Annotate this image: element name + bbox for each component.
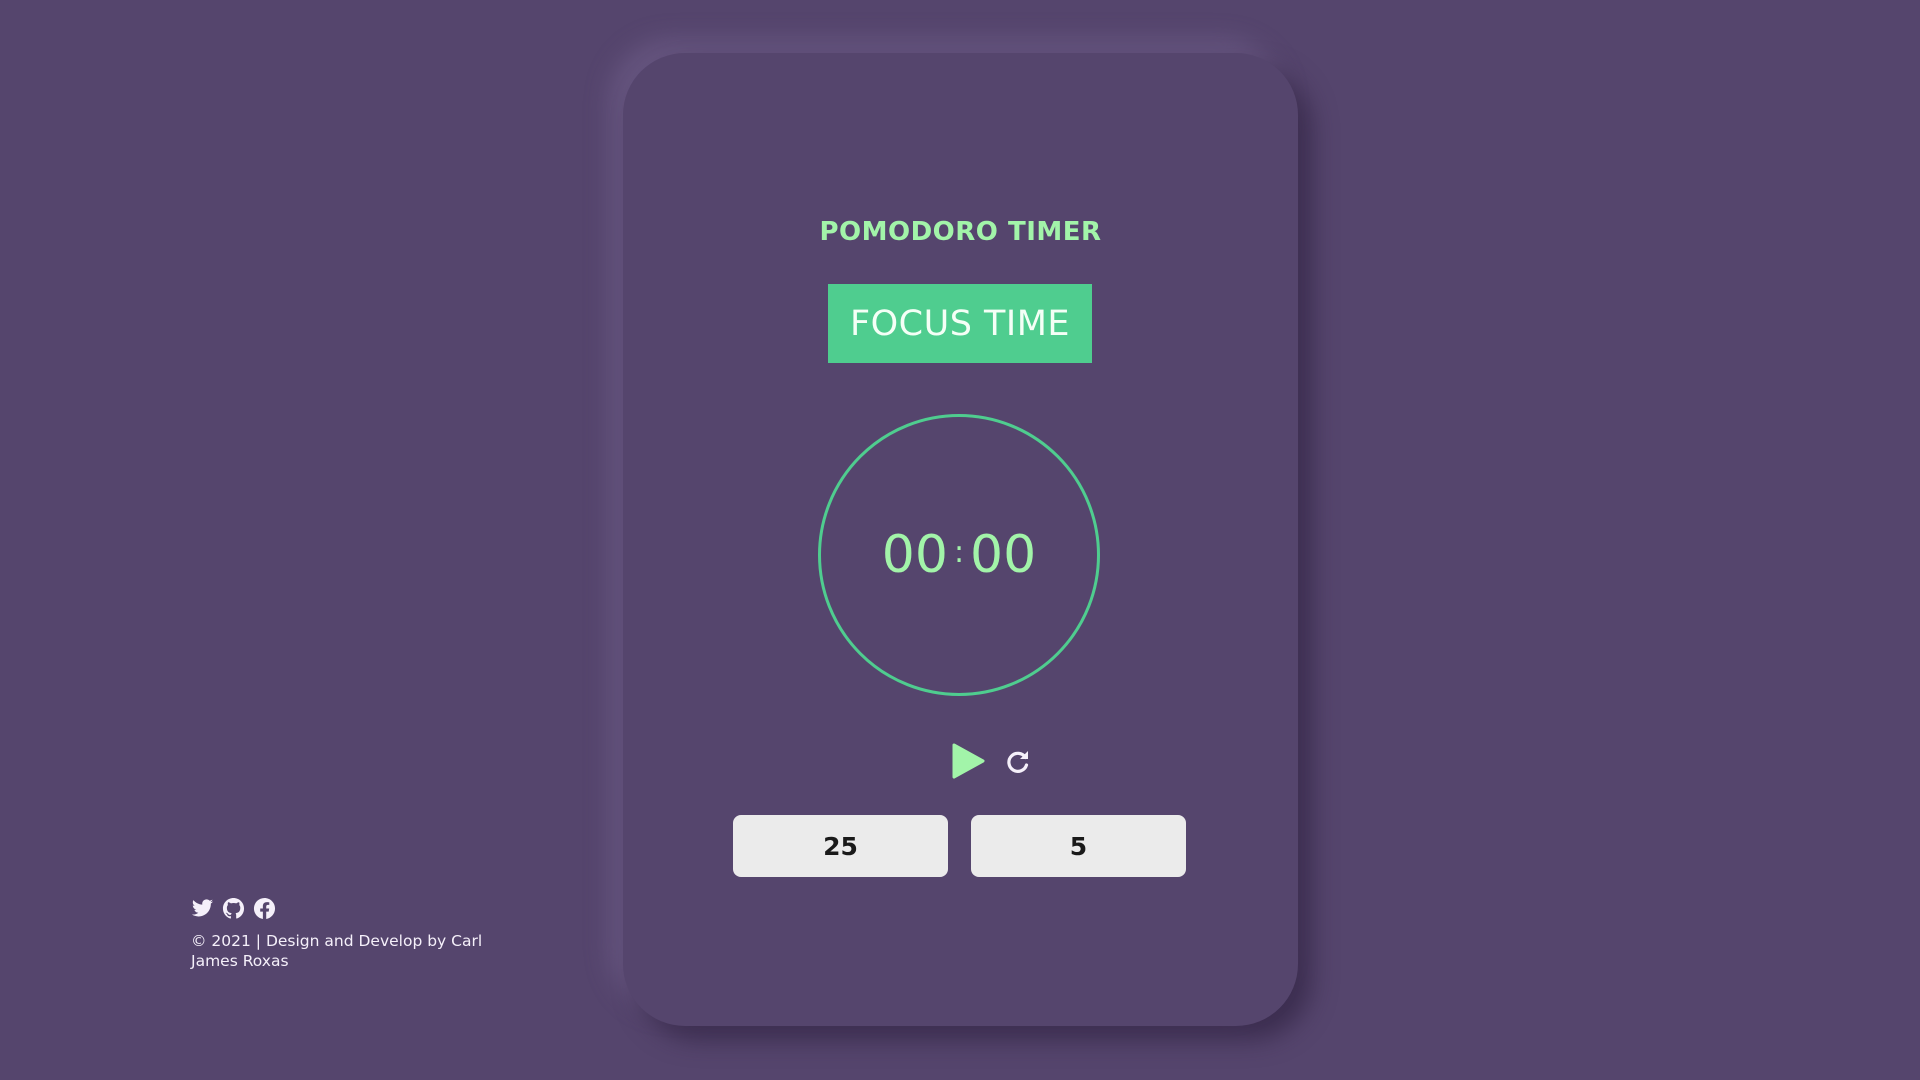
mode-label: FOCUS TIME [828,284,1092,363]
github-icon[interactable] [222,897,245,920]
app-title: POMODORO TIMER [819,217,1102,247]
timer-separator: : [953,535,965,570]
break-length-button[interactable]: 5 [971,815,1186,877]
play-icon[interactable] [951,743,985,779]
reset-icon[interactable] [1004,748,1032,776]
timer-card: POMODORO TIMER FOCUS TIME 00 : 00 25 5 [623,53,1298,1026]
page: POMODORO TIMER FOCUS TIME 00 : 00 25 5 ©… [0,0,1920,1080]
credit-text: © 2021 | Design and Develop by Carl Jame… [191,932,483,970]
social-links [191,897,491,920]
timer-minutes: 00 [881,525,948,585]
facebook-icon[interactable] [253,897,276,920]
timer-ring: 00 : 00 [818,414,1100,696]
footer: © 2021 | Design and Develop by Carl Jame… [191,897,491,971]
twitter-icon[interactable] [191,897,214,920]
timer-seconds: 00 [970,525,1037,585]
focus-length-button[interactable]: 25 [733,815,948,877]
